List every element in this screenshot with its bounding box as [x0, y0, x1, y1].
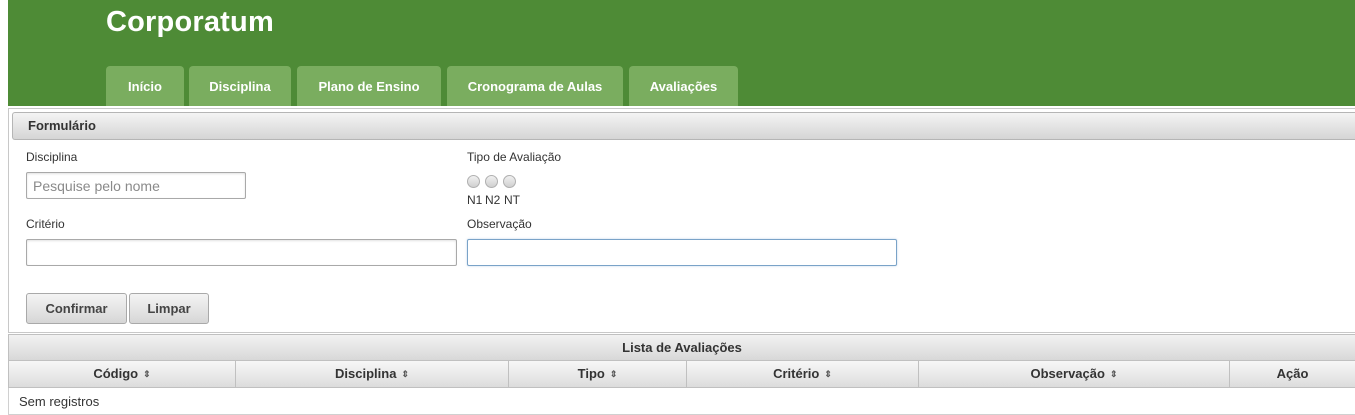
column-header-label: Tipo — [577, 366, 605, 381]
sort-updown-icon: ⇕ — [609, 369, 618, 379]
sort-updown-icon: ⇕ — [1109, 369, 1118, 379]
observacao-input[interactable] — [467, 239, 897, 266]
column-header-label: Observação — [1030, 366, 1105, 381]
sort-updown-icon: ⇕ — [143, 369, 151, 379]
app-header: Corporatum Início Disciplina Plano de En… — [8, 0, 1355, 106]
radio-n1-label: N1 — [467, 193, 483, 207]
table-empty-row: Sem registros — [8, 388, 1355, 415]
sort-updown-icon: ⇕ — [401, 369, 409, 379]
form-panel: Formulário Disciplina Tipo de Avaliação … — [8, 108, 1355, 333]
clear-button[interactable]: Limpar — [129, 293, 209, 324]
column-header-codigo[interactable]: Código ⇕ — [8, 361, 236, 388]
column-header-acao: Ação — [1230, 361, 1355, 388]
radio-n1[interactable] — [467, 175, 480, 188]
column-header-observacao[interactable]: Observação ⇕ — [919, 361, 1230, 388]
empty-message: Sem registros — [19, 394, 100, 409]
disciplina-label: Disciplina — [26, 150, 78, 164]
disciplina-search-input[interactable] — [26, 172, 246, 199]
radio-n2[interactable] — [485, 175, 498, 188]
tab-inicio[interactable]: Início — [106, 66, 184, 106]
column-header-criterio[interactable]: Critério ⇕ — [687, 361, 919, 388]
observacao-label: Observação — [467, 217, 532, 231]
radio-nt-label: NT — [504, 193, 520, 207]
evaluations-table: Lista de Avaliações Código ⇕ Disciplina ⇕ … — [8, 334, 1355, 415]
column-header-disciplina[interactable]: Disciplina ⇕ — [236, 361, 509, 388]
column-header-tipo[interactable]: Tipo ⇕ — [509, 361, 687, 388]
column-header-label: Critério — [773, 366, 820, 381]
tab-avaliacoes[interactable]: Avaliações — [629, 66, 738, 106]
sort-updown-icon: ⇕ — [824, 369, 832, 379]
table-header-row: Código ⇕ Disciplina ⇕ Tipo ⇕ Critério ⇕ Obse… — [8, 361, 1355, 388]
tab-plano-de-ensino[interactable]: Plano de Ensino — [297, 66, 441, 106]
confirm-button[interactable]: Confirmar — [26, 293, 127, 324]
form-panel-title: Formulário — [12, 112, 1355, 140]
column-header-label: Disciplina — [335, 366, 397, 381]
column-header-label: Ação — [1276, 366, 1309, 381]
table-caption: Lista de Avaliações — [8, 334, 1355, 361]
app-title: Corporatum — [106, 6, 274, 38]
column-header-label: Código — [93, 366, 139, 381]
tipo-avaliacao-label: Tipo de Avaliação — [467, 150, 562, 164]
criterio-label: Critério — [26, 217, 65, 231]
radio-n2-label: N2 — [485, 193, 501, 207]
radio-nt[interactable] — [503, 175, 516, 188]
tab-disciplina[interactable]: Disciplina — [189, 66, 291, 106]
tab-cronograma-de-aulas[interactable]: Cronograma de Aulas — [447, 66, 623, 106]
criterio-input[interactable] — [26, 239, 457, 266]
